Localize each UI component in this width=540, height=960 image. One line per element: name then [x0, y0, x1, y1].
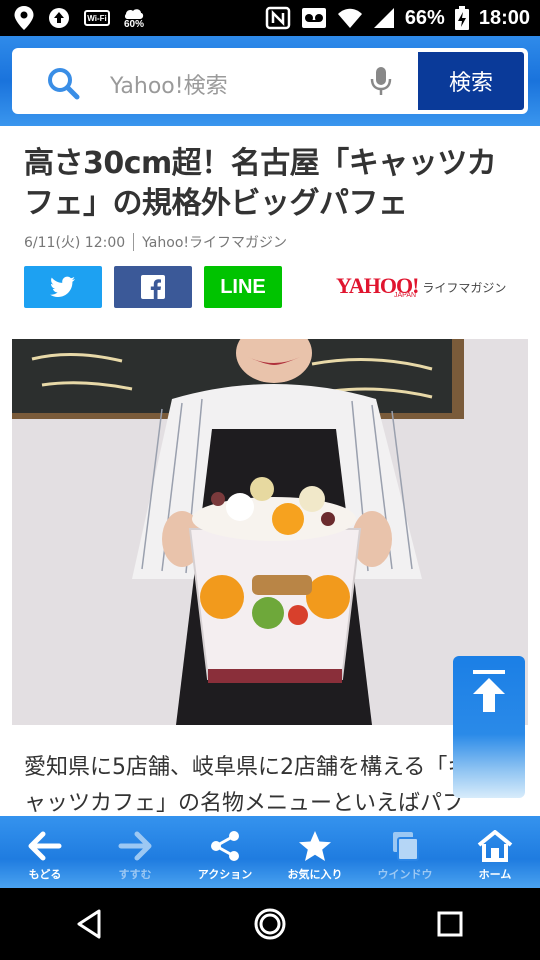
home-circle-icon[interactable]	[253, 907, 287, 941]
toolbar-action-label: アクション	[197, 868, 253, 881]
browser-toolbar: もどる すすむ アクション お気に入り ウインドウ ホーム	[0, 816, 540, 888]
toolbar-windows-label: ウインドウ	[377, 868, 433, 881]
line-share-button[interactable]: LINE	[204, 266, 282, 308]
clock: 18:00	[478, 6, 530, 29]
windows-icon	[393, 832, 419, 861]
article-source[interactable]: Yahoo!ライフマガジン	[142, 232, 287, 252]
voicemail-icon	[301, 8, 326, 28]
share-icon	[211, 831, 239, 861]
location-icon	[14, 6, 34, 30]
article-photo[interactable]	[12, 339, 528, 725]
search-input[interactable]: Yahoo!検索	[110, 68, 228, 100]
status-bar: Wi-Fi 60% 66% 18:00	[0, 0, 540, 36]
meta-divider	[133, 233, 135, 251]
parfait-photo-illustration	[12, 339, 528, 725]
share-buttons: LINE	[24, 266, 282, 308]
toolbar-favorites-label: お気に入り	[287, 868, 343, 881]
toolbar-windows[interactable]: ウインドウ	[360, 816, 450, 888]
nfc-icon	[265, 6, 291, 30]
toolbar-action[interactable]: アクション	[180, 816, 270, 888]
arrow-up-icon	[473, 670, 505, 712]
article-content: 高さ30cm超！名古屋「キャッツカフェ」の規格外ビッグパフェ 6/11(火) 1…	[0, 126, 540, 816]
star-icon	[299, 831, 331, 861]
toolbar-favorites[interactable]: お気に入り	[270, 816, 360, 888]
twitter-share-button[interactable]	[24, 266, 102, 308]
search-bar: Yahoo!検索 検索	[12, 48, 528, 114]
search-button[interactable]: 検索	[416, 50, 526, 112]
article-meta: 6/11(火) 12:00 Yahoo!ライフマガジン	[24, 232, 287, 252]
toolbar-forward-label: すすむ	[118, 868, 152, 881]
recents-square-icon[interactable]	[433, 907, 467, 941]
facebook-share-button[interactable]	[114, 266, 192, 308]
facebook-icon	[141, 275, 165, 299]
wifi-icon	[337, 8, 362, 28]
scroll-to-top-button[interactable]	[453, 656, 525, 798]
search-header: Yahoo!検索 検索	[0, 36, 540, 126]
article-date: 6/11(火) 12:00	[24, 235, 126, 251]
home-icon	[477, 830, 513, 862]
arrow-right-icon	[118, 831, 152, 861]
microphone-icon[interactable]	[370, 66, 392, 96]
wifi-badge: Wi-Fi	[84, 10, 110, 26]
toolbar-home[interactable]: ホーム	[450, 816, 540, 888]
back-triangle-icon[interactable]	[73, 907, 107, 941]
toolbar-home-label: ホーム	[478, 868, 512, 881]
battery-charging-icon	[454, 6, 469, 30]
toolbar-back-label: もどる	[28, 868, 62, 881]
article-headline: 高さ30cm超！名古屋「キャッツカフェ」の規格外ビッグパフェ	[24, 146, 497, 221]
system-nav-bar	[0, 888, 540, 960]
arrow-left-icon	[28, 831, 62, 861]
toolbar-forward[interactable]: すすむ	[90, 816, 180, 888]
twitter-icon	[50, 276, 75, 297]
cell-signal-icon	[373, 8, 394, 28]
search-icon[interactable]	[46, 66, 80, 100]
yahoo-life-magazine-logo: YAHOO! JAPAN ライフマガジン	[336, 274, 507, 300]
data-signal-indicator: 60%	[124, 7, 144, 30]
toolbar-back[interactable]: もどる	[0, 816, 90, 888]
lifemag-logo-text: ライフマガジン	[422, 281, 507, 295]
cloud-arrows-icon	[124, 8, 144, 19]
battery-percent: 66%	[404, 6, 445, 29]
upload-icon	[49, 8, 69, 28]
japan-logo-text: JAPAN	[394, 292, 417, 299]
